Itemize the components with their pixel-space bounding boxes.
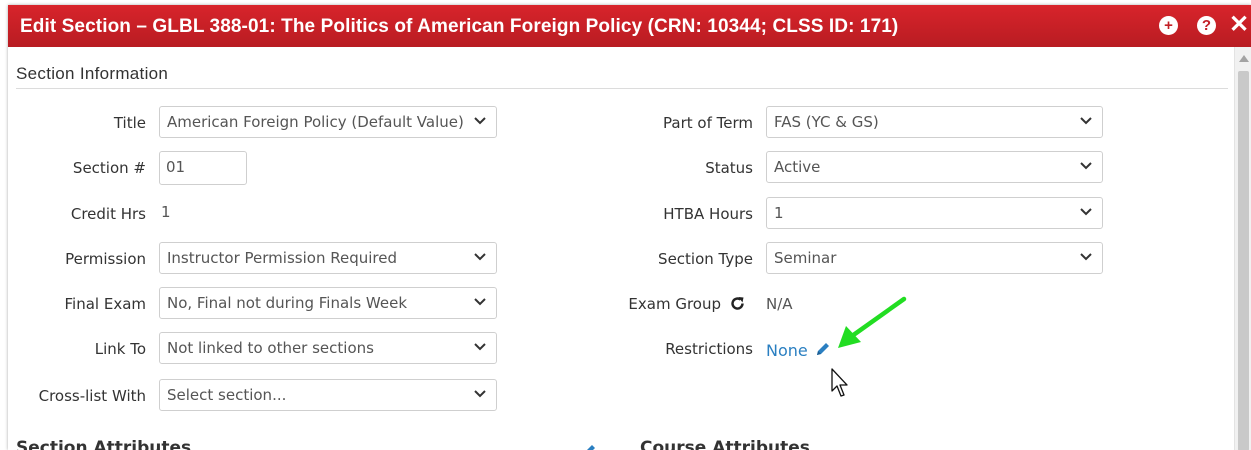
green-arrow-annotation xyxy=(838,296,907,348)
dialog-titlebar: Edit Section – GLBL 388-01: The Politics… xyxy=(8,5,1251,47)
chevron-down-icon xyxy=(474,117,486,125)
title-select[interactable]: American Foreign Policy (Default Value) xyxy=(159,106,497,138)
status-select[interactable]: Active xyxy=(766,151,1103,183)
final-exam-label: Final Exam xyxy=(64,295,147,313)
permission-label: Permission xyxy=(65,250,146,268)
chevron-down-icon xyxy=(474,390,486,398)
status-label: Status xyxy=(705,159,753,177)
link-to-select-value: Not linked to other sections xyxy=(167,339,374,357)
part-of-term-label: Part of Term xyxy=(663,114,753,132)
part-of-term-select-value: FAS (YC & GS) xyxy=(774,113,879,131)
section-number-field[interactable] xyxy=(166,158,236,176)
cross-list-select[interactable]: Select section... xyxy=(159,379,497,411)
help-icon[interactable]: ? xyxy=(1197,16,1216,35)
refresh-icon[interactable] xyxy=(729,295,746,312)
chevron-down-icon xyxy=(1080,162,1092,170)
permission-select[interactable]: Instructor Permission Required xyxy=(159,242,497,274)
vertical-scrollbar[interactable] xyxy=(1234,47,1251,450)
scrollbar-thumb[interactable] xyxy=(1238,71,1249,450)
scroll-up-icon[interactable] xyxy=(1239,55,1249,62)
credit-hrs-label: Credit Hrs xyxy=(70,205,146,223)
title-select-value: American Foreign Policy (Default Value) xyxy=(167,113,464,131)
section-information-heading: Section Information xyxy=(16,64,169,83)
mouse-cursor-icon xyxy=(831,368,848,397)
htba-hours-label: HTBA Hours xyxy=(663,205,753,223)
section-type-select[interactable]: Seminar xyxy=(766,242,1103,274)
chevron-down-icon xyxy=(1080,253,1092,261)
section-type-label: Section Type xyxy=(658,250,753,268)
pencil-edit-icon[interactable] xyxy=(580,442,598,450)
section-number-label: Section # xyxy=(72,159,146,177)
section-number-input[interactable] xyxy=(159,151,247,185)
exam-group-value: N/A xyxy=(766,295,793,313)
link-to-label: Link To xyxy=(94,340,146,358)
restrictions-label: Restrictions xyxy=(665,340,753,358)
title-label: Title xyxy=(113,114,146,132)
credit-hrs-value: 1 xyxy=(161,203,171,221)
restrictions-link[interactable]: None xyxy=(766,341,808,360)
link-to-select[interactable]: Not linked to other sections xyxy=(159,332,497,364)
section-attributes-heading: Section Attributes xyxy=(16,438,192,450)
status-select-value: Active xyxy=(774,158,821,176)
permission-select-value: Instructor Permission Required xyxy=(167,249,397,267)
edit-section-dialog: Edit Section – GLBL 388-01: The Politics… xyxy=(8,5,1251,450)
htba-hours-select-value: 1 xyxy=(774,204,784,222)
section-type-select-value: Seminar xyxy=(774,249,837,267)
chevron-down-icon xyxy=(1080,208,1092,216)
chevron-down-icon xyxy=(474,298,486,306)
chevron-down-icon xyxy=(1080,117,1092,125)
final-exam-select[interactable]: No, Final not during Finals Week xyxy=(159,287,497,319)
final-exam-select-value: No, Final not during Finals Week xyxy=(167,294,408,312)
htba-hours-select[interactable]: 1 xyxy=(766,197,1103,229)
course-attributes-heading: Course Attributes xyxy=(640,438,810,450)
dialog-title: Edit Section – GLBL 388-01: The Politics… xyxy=(20,16,899,37)
cross-list-label: Cross-list With xyxy=(38,387,146,405)
chevron-down-icon xyxy=(474,253,486,261)
add-icon[interactable]: + xyxy=(1159,16,1178,35)
exam-group-label: Exam Group xyxy=(628,295,721,313)
cross-list-placeholder: Select section... xyxy=(167,386,287,404)
part-of-term-select[interactable]: FAS (YC & GS) xyxy=(766,106,1103,138)
close-icon[interactable]: ✕ xyxy=(1229,11,1249,39)
chevron-down-icon xyxy=(474,343,486,351)
section-divider xyxy=(16,88,1228,89)
